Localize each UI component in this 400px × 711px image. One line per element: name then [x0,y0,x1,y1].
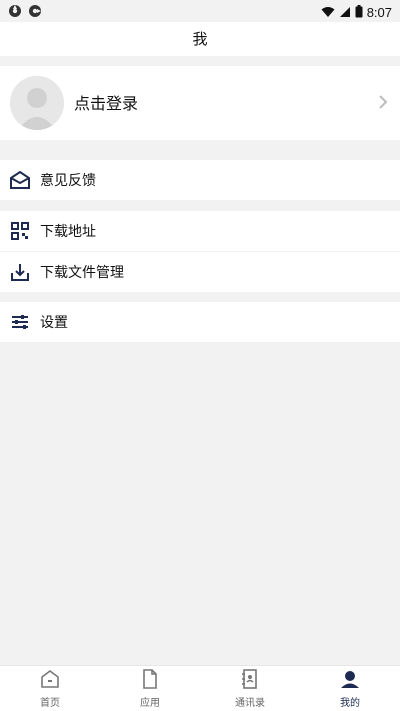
download-icon [10,262,30,282]
list-item-label: 下载文件管理 [40,265,124,281]
envelope-open-icon [10,170,30,190]
tab-apps[interactable]: 应用 [100,668,200,709]
status-bar: 8:07 [0,0,400,22]
list-item-download-manager[interactable]: 下载文件管理 [0,252,400,292]
bottom-nav: 首页 应用 通讯录 我的 [0,665,400,711]
tab-label: 我的 [340,697,360,709]
list-item-label: 意见反馈 [40,173,96,189]
section-feedback: 意见反馈 [0,160,400,200]
chevron-right-icon [378,94,388,114]
battery-icon [355,3,363,22]
tab-label: 首页 [40,697,60,709]
tab-label: 通讯录 [235,697,265,709]
settings-sliders-icon [10,312,30,332]
tab-me[interactable]: 我的 [300,669,400,709]
status-time: 8:07 [366,5,392,20]
user-icon [340,669,360,693]
aperture-icon [8,3,22,22]
login-card[interactable]: 点击登录 [0,66,400,140]
login-label: 点击登录 [74,94,139,113]
list-item-settings[interactable]: 设置 [0,302,400,342]
document-icon [141,668,159,693]
tab-label: 应用 [140,697,160,709]
tab-contacts[interactable]: 通讯录 [200,668,300,709]
aperture-icon [28,3,42,22]
list-item-label: 设置 [40,315,68,331]
qr-code-icon [10,221,30,241]
tab-home[interactable]: 首页 [0,669,100,709]
status-right: 8:07 [321,3,392,22]
status-left [8,3,42,22]
section-downloads: 下载地址 下载文件管理 [0,211,400,292]
section-settings: 设置 [0,302,400,342]
list-item-download-url[interactable]: 下载地址 [0,211,400,252]
avatar [10,76,64,130]
list-item-feedback[interactable]: 意见反馈 [0,160,400,200]
wifi-icon [321,3,335,22]
home-icon [39,669,61,693]
contacts-icon [241,668,259,693]
list-item-label: 下载地址 [40,224,96,240]
page-title: 我 [0,22,400,56]
signal-icon [339,3,351,22]
